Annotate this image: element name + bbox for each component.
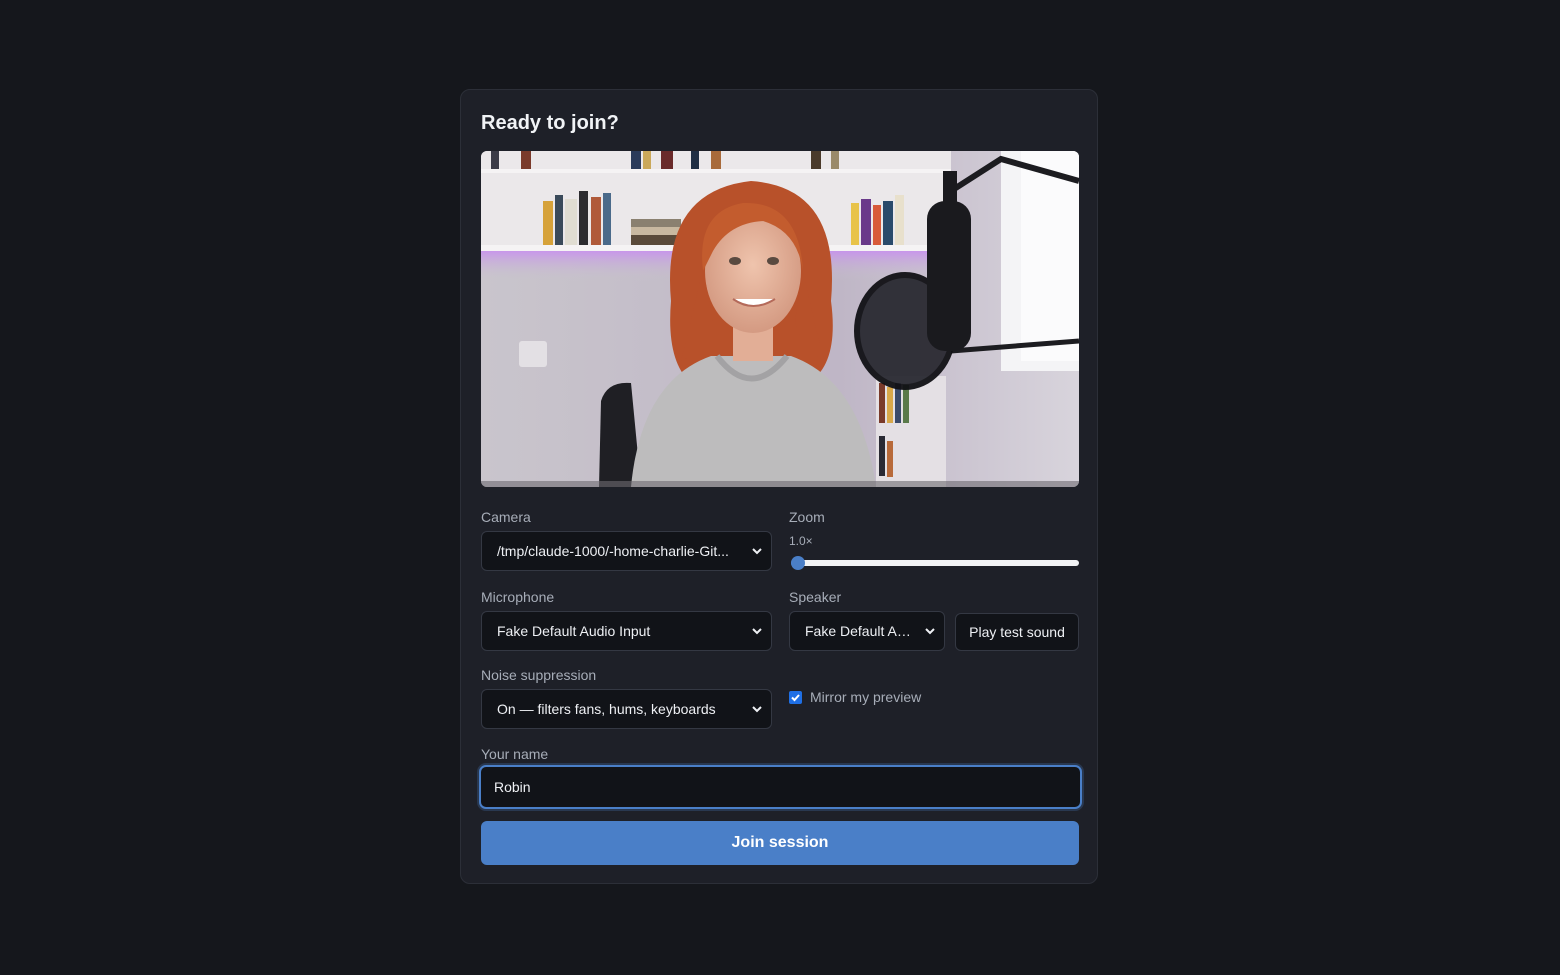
- dialog-title: Ready to join?: [481, 112, 619, 134]
- speaker-select[interactable]: Fake Default Au...: [789, 611, 945, 651]
- camera-preview-image: [481, 151, 1079, 487]
- zoom-value: 1.0×: [789, 534, 813, 548]
- checkmark-icon: [791, 694, 800, 702]
- mirror-preview-checkbox[interactable]: [789, 691, 802, 704]
- chevron-down-icon: [752, 628, 762, 635]
- your-name-label: Your name: [481, 746, 549, 762]
- microphone-label: Microphone: [481, 589, 555, 605]
- mirror-preview-label[interactable]: Mirror my preview: [810, 689, 921, 705]
- play-test-sound-button[interactable]: Play test sound: [955, 613, 1079, 651]
- chevron-down-icon: [752, 548, 762, 555]
- noise-suppression-label: Noise suppression: [481, 667, 597, 683]
- zoom-label: Zoom: [789, 509, 825, 525]
- speaker-select-value: Fake Default Au...: [805, 623, 916, 639]
- pre-join-dialog: Ready to join? Camera /tmp/claude-1000/-…: [460, 89, 1098, 884]
- join-session-button[interactable]: Join session: [481, 821, 1079, 865]
- camera-select-value: /tmp/claude-1000/-home-charlie-Git...: [497, 543, 729, 559]
- noise-suppression-select-value: On — filters fans, hums, keyboards: [497, 701, 716, 717]
- chevron-down-icon: [925, 628, 935, 635]
- zoom-slider-thumb[interactable]: [791, 556, 805, 570]
- microphone-select-value: Fake Default Audio Input: [497, 623, 651, 639]
- camera-label: Camera: [481, 509, 531, 525]
- camera-select[interactable]: /tmp/claude-1000/-home-charlie-Git...: [481, 531, 772, 571]
- microphone-select[interactable]: Fake Default Audio Input: [481, 611, 772, 651]
- zoom-slider[interactable]: [791, 560, 1079, 566]
- your-name-input[interactable]: Robin: [479, 765, 1082, 809]
- camera-preview: [481, 151, 1079, 487]
- speaker-label: Speaker: [789, 589, 842, 605]
- chevron-down-icon: [752, 706, 762, 713]
- noise-suppression-select[interactable]: On — filters fans, hums, keyboards: [481, 689, 772, 729]
